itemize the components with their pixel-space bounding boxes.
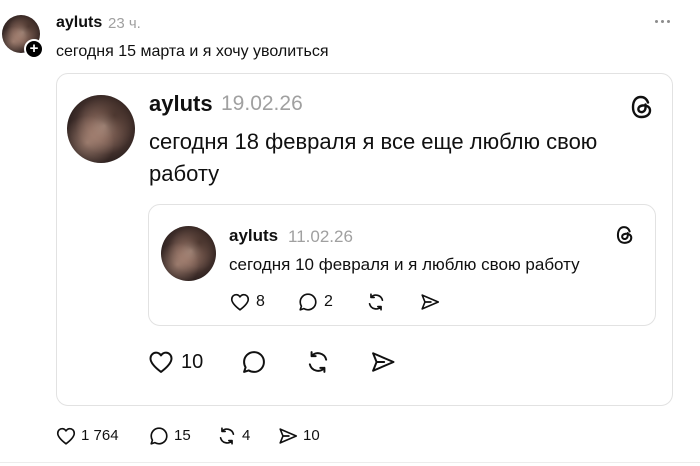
nested-post-text: сегодня 10 февраля и я люблю свою работу [229, 255, 580, 274]
reposts-count: 4 [242, 427, 251, 444]
repost-icon[interactable] [216, 425, 238, 447]
nested-heart-icon[interactable] [229, 291, 251, 313]
nested-reply-icon[interactable] [297, 291, 319, 313]
quoted-repost-icon[interactable] [304, 348, 332, 376]
nested-likes-count: 8 [256, 293, 265, 310]
quoted-post-text-line1: сегодня 18 февраля я все еще люблю свою [149, 129, 598, 154]
quoted-heart-icon[interactable] [147, 348, 175, 376]
nested-threads-logo-icon[interactable] [614, 224, 636, 246]
nested-replies-count: 2 [324, 293, 333, 310]
quoted-post-text-line2: работу [149, 161, 220, 186]
follow-plus-icon[interactable]: + [24, 39, 44, 59]
more-options-icon[interactable] [654, 20, 672, 26]
share-icon[interactable] [277, 425, 299, 447]
reply-icon[interactable] [148, 425, 170, 447]
post-divider [0, 462, 700, 463]
threads-logo-icon[interactable] [628, 93, 656, 121]
quoted-author-username[interactable]: ayluts [149, 91, 213, 117]
nested-post-date: 11.02.26 [288, 227, 353, 246]
quoted-post-date: 19.02.26 [221, 92, 303, 115]
nested-author-username[interactable]: ayluts [229, 226, 278, 246]
nested-share-icon[interactable] [419, 291, 441, 313]
replies-count: 15 [174, 427, 191, 444]
likes-count: 1 764 [81, 427, 119, 444]
post-text: сегодня 15 марта и я хочу уволиться [56, 43, 329, 60]
shares-count: 10 [303, 427, 320, 444]
quoted-share-icon[interactable] [369, 348, 397, 376]
quoted-author-avatar[interactable] [67, 95, 135, 163]
quoted-likes-count: 10 [181, 351, 204, 373]
heart-icon[interactable] [55, 425, 77, 447]
post-timestamp[interactable]: 23 ч. [108, 15, 141, 32]
author-username[interactable]: ayluts [56, 14, 102, 32]
nested-repost-icon[interactable] [365, 291, 387, 313]
nested-author-avatar[interactable] [161, 226, 216, 281]
quoted-reply-icon[interactable] [240, 348, 268, 376]
